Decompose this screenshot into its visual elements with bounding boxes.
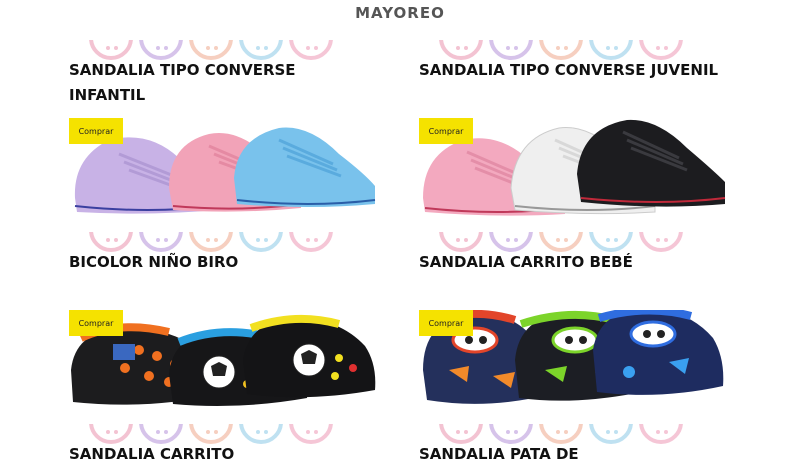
product-title[interactable]: SANDALIA PATA DE (419, 442, 726, 463)
product-image[interactable]: Comprar (69, 310, 376, 414)
product-card: SANDALIA PATA DE (419, 424, 726, 463)
product-title[interactable]: SANDALIA CARRITO BEBÉ (419, 250, 726, 275)
product-image[interactable]: Comprar (419, 118, 726, 222)
buy-button[interactable]: Comprar (419, 118, 473, 144)
product-title[interactable]: SANDALIA CARRITO (69, 442, 376, 463)
product-card: SANDALIA TIPO CONVERSE JUVENIL Comprar (419, 40, 726, 230)
page-title: MAYOREO (355, 4, 445, 22)
buy-button[interactable]: Comprar (69, 310, 123, 336)
buy-button[interactable]: Comprar (419, 310, 473, 336)
buy-button[interactable]: Comprar (69, 118, 123, 144)
product-card: SANDALIA TIPO CONVERSE INFANTIL Comprar (69, 40, 376, 230)
product-image[interactable]: Comprar (69, 118, 376, 222)
product-card: SANDALIA CARRITO (69, 424, 376, 463)
product-title[interactable]: SANDALIA TIPO CONVERSE INFANTIL (69, 58, 376, 108)
product-image[interactable]: Comprar (419, 310, 726, 414)
product-title[interactable]: BICOLOR NIÑO BIRO (69, 250, 376, 275)
product-card: BICOLOR NIÑO BIRO Comprar (69, 232, 376, 422)
product-card: SANDALIA CARRITO BEBÉ Comprar (419, 232, 726, 422)
product-title[interactable]: SANDALIA TIPO CONVERSE JUVENIL (419, 58, 726, 83)
